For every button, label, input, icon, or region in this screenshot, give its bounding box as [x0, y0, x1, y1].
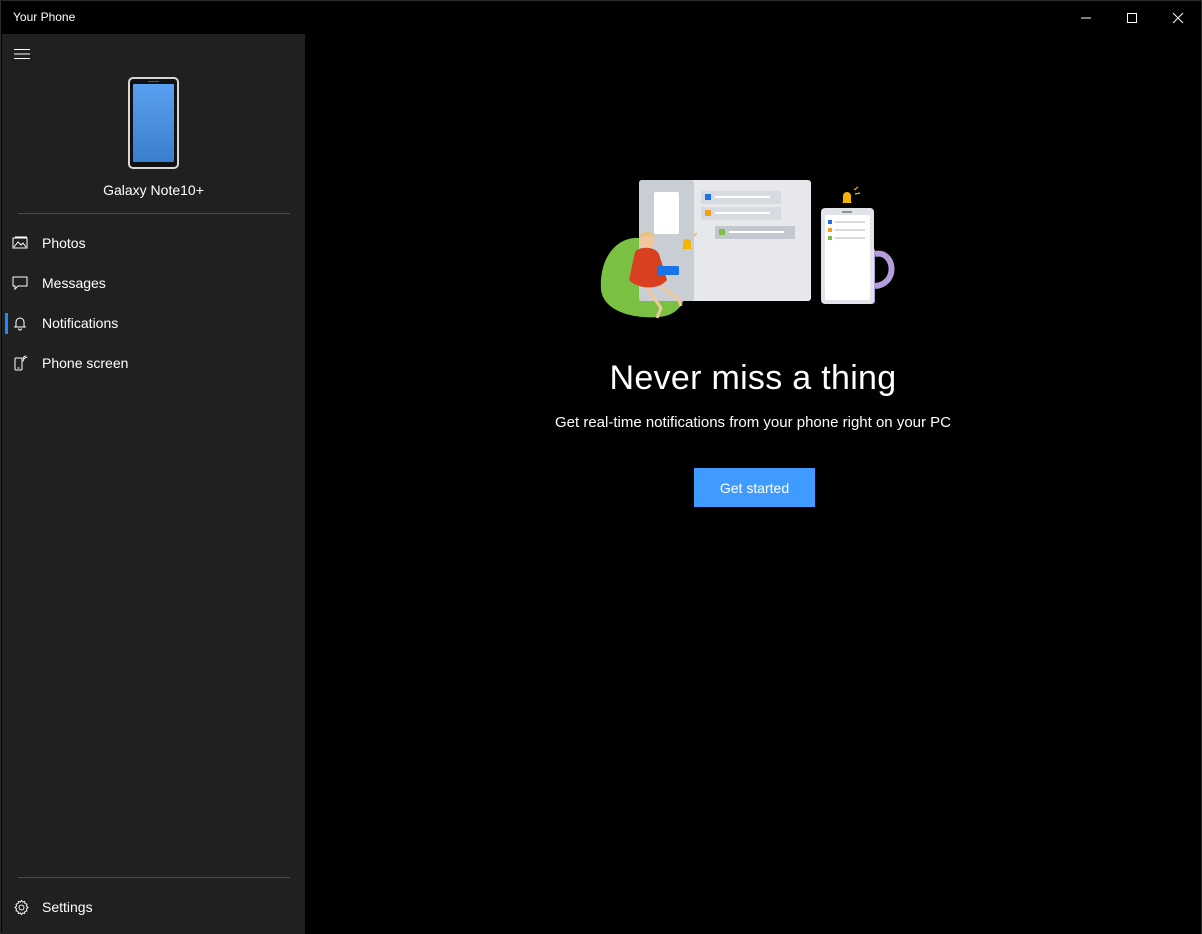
main-content: Never miss a thing Get real-time notific…: [305, 34, 1201, 934]
sidebar-item-label: Messages: [42, 275, 106, 291]
phone-speaker: [148, 81, 159, 82]
minimize-button[interactable]: [1063, 1, 1109, 34]
sidebar-item-label: Notifications: [42, 315, 119, 331]
window-title: Your Phone: [13, 10, 76, 24]
title-bar[interactable]: Your Phone: [1, 1, 1201, 34]
phone-screen-icon: [12, 355, 28, 371]
sidebar: Galaxy Note10+ Photos Messages Notificat…: [2, 34, 305, 934]
sidebar-item-photos[interactable]: Photos: [2, 223, 305, 263]
sidebar-item-notifications[interactable]: Notifications: [2, 303, 305, 343]
phone-device-image: [128, 77, 179, 169]
sidebar-divider-top: [18, 213, 290, 214]
get-started-button[interactable]: Get started: [694, 468, 815, 507]
page-headline: Never miss a thing: [609, 359, 897, 397]
gear-icon: [13, 899, 30, 916]
sidebar-item-phone-screen[interactable]: Phone screen: [2, 343, 305, 383]
notifications-illustration: [600, 180, 895, 319]
close-button[interactable]: [1155, 1, 1201, 34]
sidebar-item-label: Phone screen: [42, 355, 129, 371]
phone-screen-image: [133, 84, 174, 162]
mug-handle-shape: [874, 250, 895, 289]
hamburger-menu-button[interactable]: [2, 34, 42, 74]
hamburger-icon: [14, 49, 30, 59]
sidebar-item-label: Photos: [42, 235, 86, 251]
close-icon: [1172, 12, 1184, 23]
sidebar-item-settings[interactable]: Settings: [2, 887, 305, 927]
app-window: Your Phone Galaxy Note10+ Photos Message…: [0, 0, 1202, 934]
maximize-button[interactable]: [1109, 1, 1155, 34]
minimize-icon: [1081, 17, 1091, 18]
bell-icon: [12, 315, 28, 331]
page-subtext: Get real-time notifications from your ph…: [554, 414, 951, 431]
maximize-icon: [1127, 12, 1137, 23]
bell-illustration-shape: [842, 192, 852, 203]
sidebar-divider-bottom: [18, 877, 290, 878]
settings-label: Settings: [42, 899, 93, 915]
window-controls: [1063, 1, 1201, 34]
messages-icon: [12, 275, 28, 291]
panel-phone-shape: [654, 192, 679, 234]
sidebar-item-messages[interactable]: Messages: [2, 263, 305, 303]
nav-list: Photos Messages Notifications Phone scre…: [2, 223, 305, 383]
device-name: Galaxy Note10+: [103, 182, 204, 198]
person-head-shape: [640, 235, 654, 249]
photos-icon: [12, 235, 28, 251]
person-laptop-shape: [657, 266, 679, 275]
